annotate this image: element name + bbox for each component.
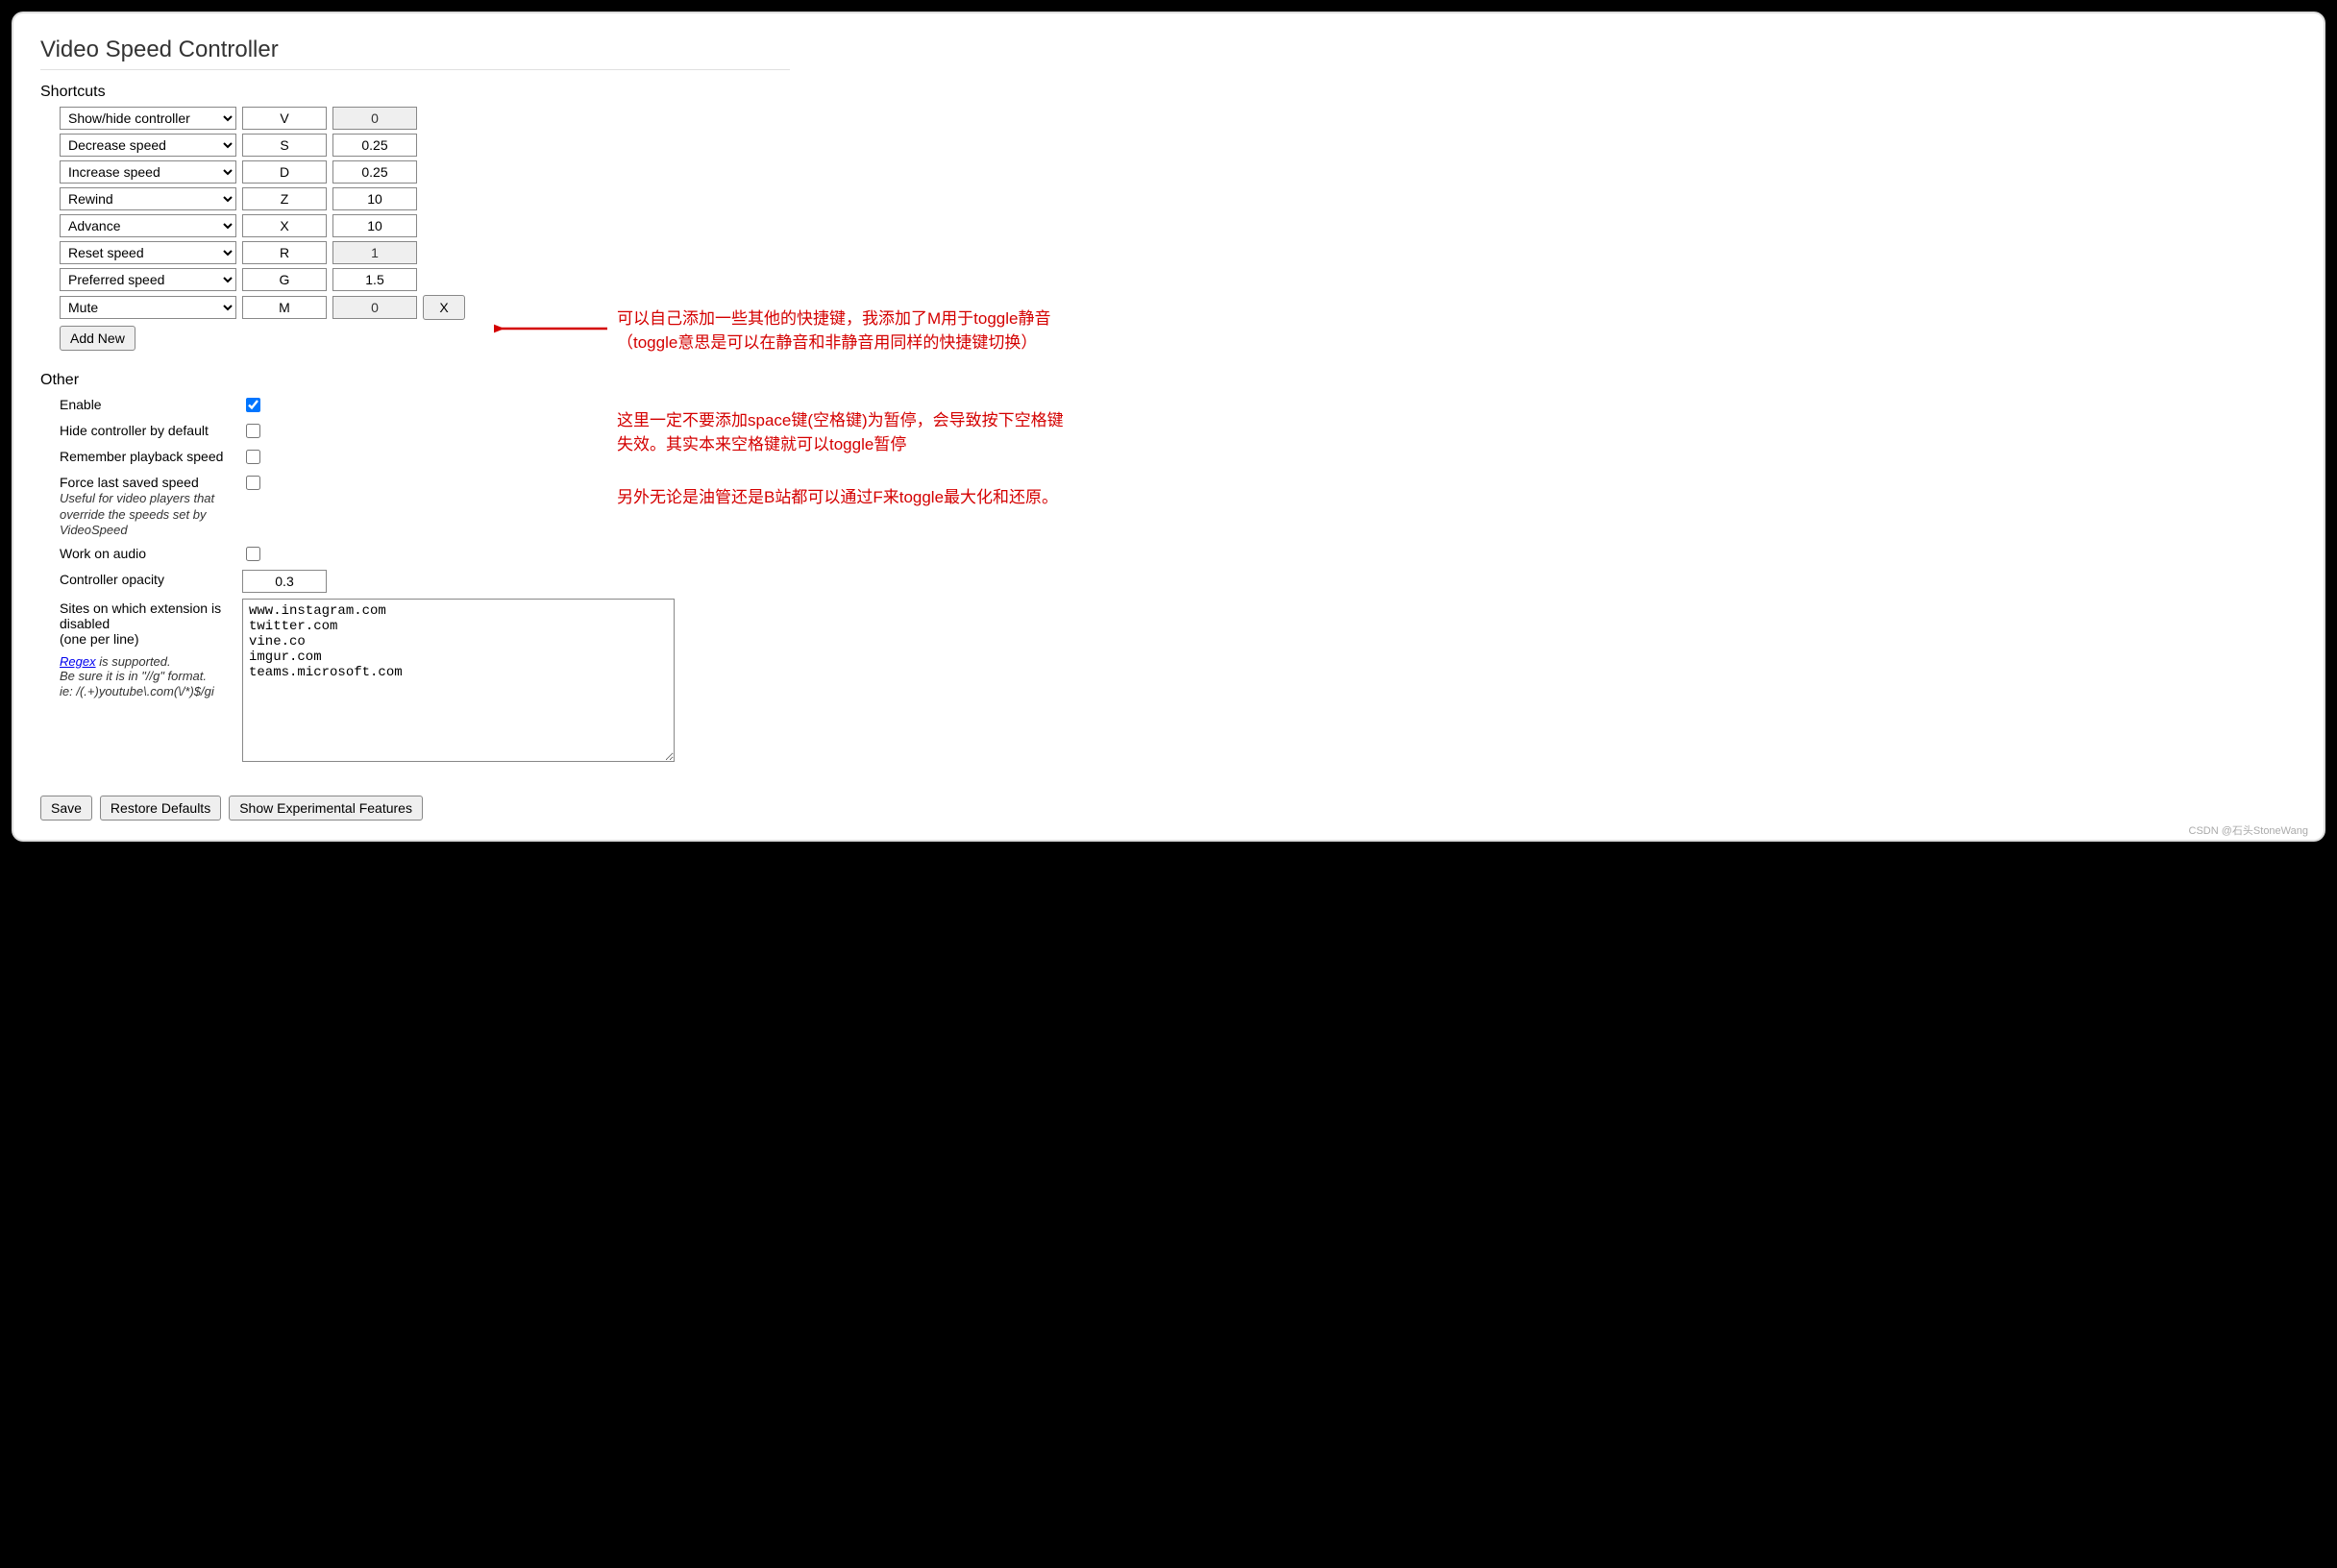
regex-link[interactable]: Regex xyxy=(60,654,96,669)
work-audio-checkbox[interactable] xyxy=(246,547,260,561)
action-select[interactable]: Reset speed xyxy=(60,241,236,264)
annotation-arrow-icon xyxy=(494,317,609,340)
key-input[interactable] xyxy=(242,160,327,184)
value-input[interactable] xyxy=(332,160,417,184)
sites-label-block: Sites on which extension is disabled (on… xyxy=(60,599,242,699)
opacity-input[interactable] xyxy=(242,570,327,593)
action-select[interactable]: Increase speed xyxy=(60,160,236,184)
action-select[interactable]: Show/hide controller xyxy=(60,107,236,130)
key-input[interactable] xyxy=(242,214,327,237)
hide-default-label: Hide controller by default xyxy=(60,421,242,438)
force-last-sub: Useful for video players that override t… xyxy=(60,491,214,537)
key-input[interactable] xyxy=(242,107,327,130)
key-input[interactable] xyxy=(242,268,327,291)
other-settings: Enable Hide controller by default Rememb… xyxy=(60,395,2297,762)
remember-speed-label: Remember playback speed xyxy=(60,447,242,464)
divider xyxy=(40,69,790,70)
key-input[interactable] xyxy=(242,187,327,210)
key-input[interactable] xyxy=(242,241,327,264)
force-last-label: Force last saved speed Useful for video … xyxy=(60,473,242,538)
experimental-features-button[interactable]: Show Experimental Features xyxy=(229,796,423,821)
key-input[interactable] xyxy=(242,134,327,157)
action-select[interactable]: Rewind xyxy=(60,187,236,210)
page-title: Video Speed Controller xyxy=(40,37,2297,63)
shortcut-row: Decrease speed xyxy=(60,134,2297,157)
shortcut-row: Show/hide controller xyxy=(60,107,2297,130)
enable-checkbox[interactable] xyxy=(246,398,260,412)
force-last-checkbox[interactable] xyxy=(246,476,260,490)
value-input xyxy=(332,296,417,319)
work-audio-label: Work on audio xyxy=(60,544,242,561)
value-input[interactable] xyxy=(332,214,417,237)
regex-note: Regex is supported. Be sure it is in "//… xyxy=(60,654,242,699)
bottom-button-bar: Save Restore Defaults Show Experimental … xyxy=(40,796,423,821)
annotation-1: 可以自己添加一些其他的快捷键，我添加了M用于toggle静音 （toggle意思… xyxy=(617,307,1050,355)
action-select[interactable]: Decrease speed xyxy=(60,134,236,157)
restore-defaults-button[interactable]: Restore Defaults xyxy=(100,796,221,821)
value-input[interactable] xyxy=(332,187,417,210)
key-input[interactable] xyxy=(242,296,327,319)
force-last-label-text: Force last saved speed xyxy=(60,475,199,490)
remember-speed-checkbox[interactable] xyxy=(246,450,260,464)
sites-label: Sites on which extension is disabled xyxy=(60,600,221,631)
opacity-label: Controller opacity xyxy=(60,570,242,587)
shortcut-row: Mute X xyxy=(60,295,2297,320)
shortcut-row: Increase speed xyxy=(60,160,2297,184)
other-header: Other xyxy=(40,372,2297,389)
value-input[interactable] xyxy=(332,268,417,291)
sites-sub: (one per line) xyxy=(60,631,139,647)
settings-panel: Video Speed Controller Shortcuts Show/hi… xyxy=(13,13,2324,840)
shortcuts-list: Show/hide controller Decrease speed Increa… xyxy=(60,107,2297,320)
add-new-button[interactable]: Add New xyxy=(60,326,135,351)
save-button[interactable]: Save xyxy=(40,796,92,821)
hide-default-checkbox[interactable] xyxy=(246,424,260,438)
remove-shortcut-button[interactable]: X xyxy=(423,295,465,320)
action-select[interactable]: Mute xyxy=(60,296,236,319)
sites-textarea[interactable] xyxy=(242,599,675,762)
enable-label: Enable xyxy=(60,395,242,412)
annotation-3: 另外无论是油管还是B站都可以通过F来toggle最大化和还原。 xyxy=(617,486,1058,510)
value-input[interactable] xyxy=(332,134,417,157)
shortcut-row: Rewind xyxy=(60,187,2297,210)
action-select[interactable]: Advance xyxy=(60,214,236,237)
value-input xyxy=(332,241,417,264)
shortcut-row: Preferred speed xyxy=(60,268,2297,291)
shortcut-row: Reset speed xyxy=(60,241,2297,264)
action-select[interactable]: Preferred speed xyxy=(60,268,236,291)
annotation-2: 这里一定不要添加space键(空格键)为暂停，会导致按下空格键 失效。其实本来空… xyxy=(617,409,1064,456)
shortcut-row: Advance xyxy=(60,214,2297,237)
value-input xyxy=(332,107,417,130)
watermark: CSDN @石头StoneWang xyxy=(2189,822,2308,838)
shortcuts-header: Shortcuts xyxy=(40,84,2297,101)
